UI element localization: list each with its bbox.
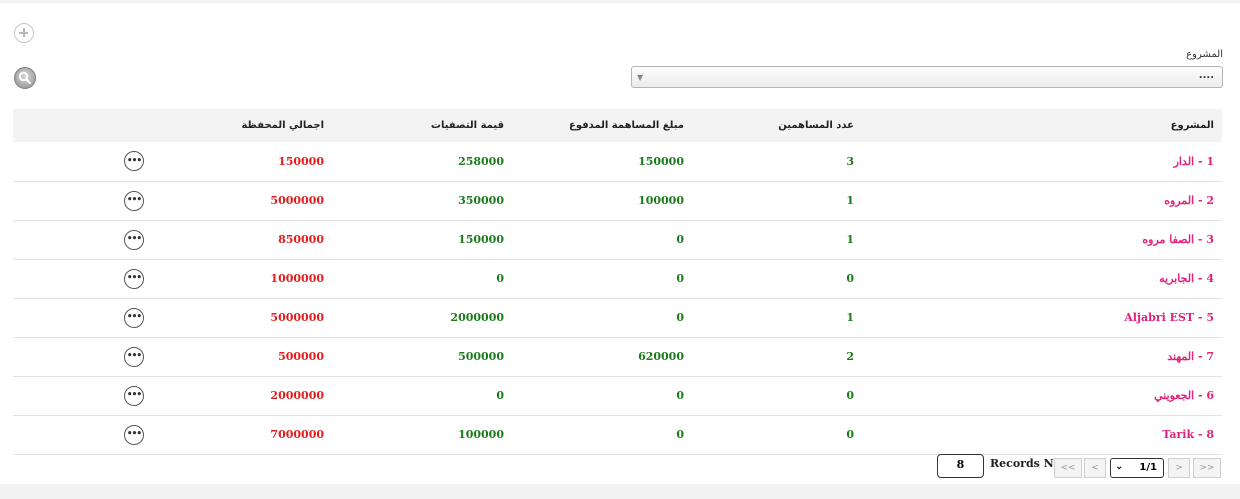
row-contributors: 0 (846, 272, 854, 285)
table-row: 3 - الصفا مروه 1 0 150000 850000 ••• (13, 220, 1222, 259)
row-contributors: 3 (846, 154, 854, 168)
row-actions: ••• (13, 220, 152, 259)
row-project-link[interactable]: 5 - Aljabri EST (862, 298, 1222, 337)
more-options-icon[interactable]: ••• (124, 151, 144, 172)
header-actions (13, 109, 152, 142)
row-paid: 150000 (638, 154, 684, 168)
table-row: 8 - Tarik 0 0 100000 7000000 ••• (13, 415, 1222, 454)
more-options-icon[interactable]: ••• (124, 385, 144, 406)
more-options-icon[interactable]: ••• (124, 229, 144, 250)
project-filter-label: المشروع (1186, 49, 1223, 60)
more-options-icon[interactable]: ••• (124, 307, 144, 328)
row-contributors: 1 (846, 194, 854, 207)
row-paid: 0 (676, 233, 684, 246)
row-actions: ••• (13, 337, 152, 376)
page-select-value: 1/1 (1139, 462, 1157, 473)
projects-table: المشروع عدد المساهمين مبلغ المساهمة المد… (13, 109, 1222, 455)
row-total: 2000000 (270, 389, 324, 402)
row-project-link[interactable]: 4 - الجابريه (862, 259, 1222, 298)
row-actions: ••• (13, 298, 152, 337)
row-contributors: 1 (846, 311, 854, 324)
search-icon[interactable] (14, 67, 36, 89)
more-options-icon[interactable]: ••• (124, 268, 144, 289)
row-total: 5000000 (270, 194, 324, 207)
row-paid: 0 (676, 428, 684, 441)
header-project[interactable]: المشروع (862, 109, 1222, 142)
records-count-field[interactable]: 8 (937, 454, 984, 478)
row-actions: ••• (13, 415, 152, 454)
header-total[interactable]: اجمالي المحفظة (152, 109, 332, 142)
table-row: 6 - الجعويني 0 0 0 2000000 ••• (13, 376, 1222, 415)
row-total: 150000 (278, 154, 324, 168)
add-circle-icon[interactable] (14, 23, 34, 43)
table-row: 5 - Aljabri EST 1 0 2000000 5000000 ••• (13, 298, 1222, 337)
row-project-link[interactable]: 6 - الجعويني (862, 376, 1222, 415)
row-total: 850000 (278, 233, 324, 246)
row-contributors: 2 (846, 350, 854, 363)
table-header-row: المشروع عدد المساهمين مبلغ المساهمة المد… (13, 109, 1222, 142)
records-label: Records No (990, 457, 1062, 470)
project-filter-select[interactable]: ▼ .... (631, 66, 1223, 88)
header-contributors[interactable]: عدد المساهمين (692, 109, 862, 142)
row-settlements: 100000 (458, 428, 504, 441)
page-select[interactable]: ⌄ 1/1 (1110, 458, 1164, 478)
pager-last-button[interactable]: >> (1193, 458, 1221, 478)
page: المشروع ▼ .... المشروع عدد المساهمين مبل… (0, 3, 1240, 484)
pager-prev-button[interactable]: < (1084, 458, 1106, 478)
more-options-icon[interactable]: ••• (124, 190, 144, 211)
table-row: 4 - الجابريه 0 0 0 1000000 ••• (13, 259, 1222, 298)
row-paid: 0 (676, 272, 684, 285)
row-settlements: 350000 (458, 194, 504, 207)
table-row: 7 - المهند 2 620000 500000 500000 ••• (13, 337, 1222, 376)
row-paid: 0 (676, 311, 684, 324)
project-filter-value: .... (1198, 70, 1214, 81)
row-paid: 100000 (638, 194, 684, 207)
header-settlements[interactable]: قيمة التصفيات (332, 109, 512, 142)
row-project-link[interactable]: 7 - المهند (862, 337, 1222, 376)
row-settlements: 2000000 (450, 311, 504, 324)
header-paid[interactable]: مبلغ المساهمة المدفوع (512, 109, 692, 142)
table-row: 1 - الدار 3 150000 258000 150000 ••• (13, 142, 1222, 181)
row-settlements: 0 (496, 272, 504, 285)
row-project-link[interactable]: 1 - الدار (862, 142, 1222, 181)
row-project-link[interactable]: 8 - Tarik (862, 415, 1222, 454)
row-contributors: 0 (846, 389, 854, 402)
row-contributors: 1 (846, 233, 854, 246)
row-paid: 620000 (638, 350, 684, 363)
row-paid: 0 (676, 389, 684, 402)
pager-first-button[interactable]: << (1054, 458, 1082, 478)
row-project-link[interactable]: 3 - الصفا مروه (862, 220, 1222, 259)
row-settlements: 0 (496, 389, 504, 402)
row-total: 5000000 (270, 311, 324, 324)
table-row: 2 - المروه 1 100000 350000 5000000 ••• (13, 181, 1222, 220)
row-contributors: 0 (846, 428, 854, 441)
row-actions: ••• (13, 376, 152, 415)
row-total: 7000000 (270, 428, 324, 441)
dropdown-arrow-icon: ▼ (637, 73, 644, 82)
pager-next-button[interactable]: > (1168, 458, 1190, 478)
row-settlements: 258000 (458, 154, 504, 168)
row-actions: ••• (13, 142, 152, 181)
row-settlements: 150000 (458, 233, 504, 246)
chevron-down-icon: ⌄ (1115, 461, 1124, 472)
row-actions: ••• (13, 181, 152, 220)
row-total: 1000000 (270, 272, 324, 285)
row-project-link[interactable]: 2 - المروه (862, 181, 1222, 220)
row-actions: ••• (13, 259, 152, 298)
row-settlements: 500000 (458, 350, 504, 363)
more-options-icon[interactable]: ••• (124, 346, 144, 367)
more-options-icon[interactable]: ••• (124, 424, 144, 445)
row-total: 500000 (278, 350, 324, 363)
